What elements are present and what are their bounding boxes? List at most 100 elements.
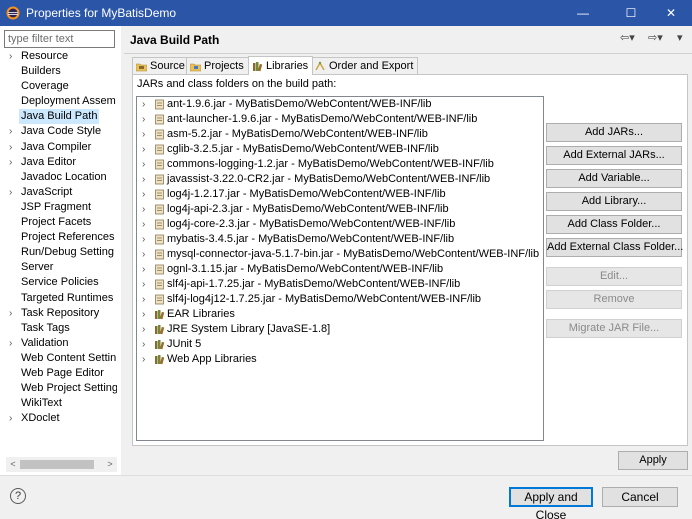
expand-arrow-icon[interactable]: › xyxy=(142,277,145,292)
nav-item-project-facets[interactable]: Project Facets xyxy=(0,215,117,230)
expand-arrow-icon[interactable]: › xyxy=(142,307,145,322)
expand-arrow-icon[interactable]: › xyxy=(142,142,145,157)
nav-item-label: Java Editor xyxy=(21,155,77,168)
jar-icon xyxy=(155,249,164,260)
expand-arrow-icon[interactable]: › xyxy=(142,292,145,307)
nav-item-web-page-editor[interactable]: Web Page Editor xyxy=(0,366,117,381)
expand-arrow-icon[interactable]: › xyxy=(142,262,145,277)
add-class-folder-button[interactable]: Add Class Folder... xyxy=(546,215,682,234)
property-page: Java Build Path ⇦▾ ⇨▾ ▾ Source Projects … xyxy=(124,26,692,475)
tab-projects[interactable]: Projects xyxy=(186,57,249,74)
nav-item-service-policies[interactable]: Service Policies xyxy=(0,275,117,290)
apply-button[interactable]: Apply xyxy=(618,451,688,470)
expand-arrow-icon[interactable]: › xyxy=(142,322,145,337)
nav-item-coverage[interactable]: Coverage xyxy=(0,79,117,94)
expand-arrow-icon[interactable]: › xyxy=(142,337,145,352)
jar-icon xyxy=(155,144,164,155)
nav-item-task-tags[interactable]: Task Tags xyxy=(0,321,117,336)
view-menu-icon[interactable]: ▾ xyxy=(677,31,683,44)
remove-button[interactable]: Remove xyxy=(546,290,682,309)
add-external-jars-button[interactable]: Add External JARs... xyxy=(546,146,682,165)
nav-item-web-content-settings[interactable]: Web Content Settin xyxy=(0,351,117,366)
tab-libraries[interactable]: Libraries xyxy=(248,56,314,75)
expand-arrow-icon[interactable]: › xyxy=(142,187,145,202)
filter-input[interactable] xyxy=(4,30,115,48)
expand-arrow-icon[interactable]: › xyxy=(142,112,145,127)
expand-arrow-icon[interactable]: › xyxy=(9,155,17,170)
tree-row-label: ant-1.9.6.jar - MyBatisDemo/WebContent/W… xyxy=(167,98,432,110)
expand-arrow-icon[interactable]: › xyxy=(9,185,17,200)
nav-item-javascript[interactable]: › JavaScript xyxy=(0,185,117,200)
migrate-jar-button[interactable]: Migrate JAR File... xyxy=(546,319,682,338)
expand-arrow-icon[interactable]: › xyxy=(142,127,145,142)
help-icon[interactable]: ? xyxy=(10,488,26,504)
forward-arrow-icon[interactable]: ⇨▾ xyxy=(648,31,663,44)
scroll-right-icon[interactable]: > xyxy=(103,457,117,472)
expand-arrow-icon[interactable]: › xyxy=(142,97,145,112)
back-arrow-icon[interactable]: ⇦▾ xyxy=(620,31,635,44)
nav-item-xdoclet[interactable]: › XDoclet xyxy=(0,411,117,426)
tree-row-label: Web App Libraries xyxy=(167,353,257,365)
nav-item-validation[interactable]: › Validation xyxy=(0,336,117,351)
minimize-button[interactable]: — xyxy=(560,0,606,26)
nav-item-label: Service Policies xyxy=(21,276,99,289)
nav-item-java-compiler[interactable]: › Java Compiler xyxy=(0,140,117,155)
tab-order-and-export[interactable]: Order and Export xyxy=(311,57,419,74)
expand-arrow-icon[interactable]: › xyxy=(9,49,17,64)
tree-row-label: JRE System Library [JavaSE-1.8] xyxy=(167,323,331,335)
tab-label: Projects xyxy=(204,60,244,72)
add-external-class-folder-button[interactable]: Add External Class Folder... xyxy=(546,238,683,257)
nav-item-deployment-assembly[interactable]: Deployment Assem xyxy=(0,94,117,109)
nav-item-label: Task Tags xyxy=(21,321,70,334)
nav-item-server[interactable]: Server xyxy=(0,260,117,275)
nav-item-resource[interactable]: › Resource xyxy=(0,49,117,64)
title-bar: Properties for MyBatisDemo — ☐ ✕ xyxy=(0,0,692,26)
nav-item-project-references[interactable]: Project References xyxy=(0,230,117,245)
nav-item-java-editor[interactable]: › Java Editor xyxy=(0,155,117,170)
scroll-left-icon[interactable]: < xyxy=(6,457,20,472)
add-library-button[interactable]: Add Library... xyxy=(546,192,682,211)
expand-arrow-icon[interactable]: › xyxy=(142,232,145,247)
edit-button[interactable]: Edit... xyxy=(546,267,682,286)
nav-item-builders[interactable]: Builders xyxy=(0,64,117,79)
expand-arrow-icon[interactable]: › xyxy=(142,217,145,232)
nav-item-javadoc-location[interactable]: Javadoc Location xyxy=(0,170,117,185)
tree-row-label: log4j-api-2.3.jar - MyBatisDemo/WebConte… xyxy=(167,203,449,215)
tab-source[interactable]: Source xyxy=(132,57,190,74)
expand-arrow-icon[interactable]: › xyxy=(9,411,17,426)
nav-item-targeted-runtimes[interactable]: Targeted Runtimes xyxy=(0,291,117,306)
title-separator xyxy=(124,53,692,54)
projects-icon xyxy=(190,63,201,71)
close-button[interactable]: ✕ xyxy=(648,0,692,26)
expand-arrow-icon[interactable]: › xyxy=(9,124,17,139)
build-path-tree[interactable]: › ant-1.9.6.jar - MyBatisDemo/WebContent/… xyxy=(136,96,544,441)
cancel-button[interactable]: Cancel xyxy=(602,487,678,507)
add-variable-button[interactable]: Add Variable... xyxy=(546,169,682,188)
nav-item-task-repository[interactable]: › Task Repository xyxy=(0,306,117,321)
property-nav-tree[interactable]: › Resource Builders Coverage Deployment A… xyxy=(0,49,117,462)
nav-item-wikitext[interactable]: WikiText xyxy=(0,396,117,411)
source-folder-icon xyxy=(136,63,147,71)
expand-arrow-icon[interactable]: › xyxy=(142,172,145,187)
expand-arrow-icon[interactable]: › xyxy=(9,336,17,351)
expand-arrow-icon[interactable]: › xyxy=(142,247,145,262)
scrollbar-thumb[interactable] xyxy=(20,460,94,469)
nav-item-web-project-settings[interactable]: Web Project Setting xyxy=(0,381,117,396)
library-icon xyxy=(155,355,165,365)
expand-arrow-icon[interactable]: › xyxy=(142,352,145,367)
nav-horizontal-scrollbar[interactable]: < > xyxy=(6,457,117,472)
expand-arrow-icon[interactable]: › xyxy=(9,140,17,155)
expand-arrow-icon[interactable]: › xyxy=(142,157,145,172)
add-jars-button[interactable]: Add JARs... xyxy=(546,123,682,142)
expand-arrow-icon[interactable]: › xyxy=(142,202,145,217)
nav-item-label: Web Project Setting xyxy=(21,382,117,395)
nav-item-java-build-path[interactable]: Java Build Path xyxy=(0,109,117,125)
dialog-button-bar: ? Apply and Close Cancel xyxy=(0,475,692,519)
expand-arrow-icon[interactable]: › xyxy=(9,306,17,321)
jar-icon xyxy=(155,114,164,125)
jar-icon xyxy=(155,294,164,305)
nav-item-jsp-fragment[interactable]: JSP Fragment xyxy=(0,200,117,215)
nav-item-run-debug-settings[interactable]: Run/Debug Setting xyxy=(0,245,117,260)
apply-and-close-button[interactable]: Apply and Close xyxy=(509,487,593,519)
nav-item-java-code-style[interactable]: › Java Code Style xyxy=(0,124,117,139)
